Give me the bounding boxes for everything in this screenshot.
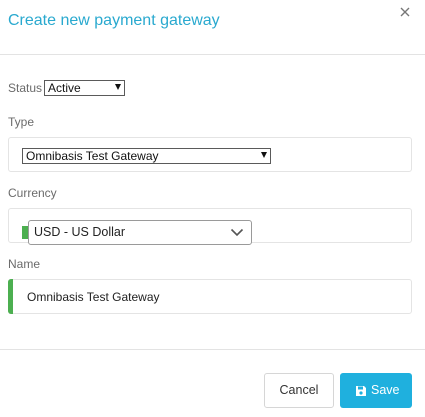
type-value: Omnibasis Test Gateway xyxy=(26,149,159,163)
currency-value: USD - US Dollar xyxy=(34,225,125,239)
dialog-title: Create new payment gateway xyxy=(8,12,220,29)
status-select[interactable]: Active xyxy=(44,80,125,96)
dropdown-arrow-icon xyxy=(261,152,267,158)
dropdown-arrow-icon xyxy=(115,84,121,90)
close-icon[interactable] xyxy=(397,4,413,20)
footer-divider xyxy=(0,349,425,350)
valid-indicator xyxy=(8,279,13,314)
save-button[interactable]: Save xyxy=(340,373,412,408)
save-label: Save xyxy=(371,383,400,397)
name-value: Omnibasis Test Gateway xyxy=(27,290,160,304)
status-value: Active xyxy=(48,81,81,95)
cancel-button[interactable]: Cancel xyxy=(264,373,334,408)
name-label: Name xyxy=(8,257,41,271)
type-select[interactable]: Omnibasis Test Gateway xyxy=(22,148,271,164)
status-label: Status xyxy=(8,81,43,95)
chevron-down-icon xyxy=(230,228,244,237)
dialog-header: Create new payment gateway xyxy=(0,0,425,55)
currency-select[interactable]: USD - US Dollar xyxy=(28,220,252,245)
floppy-disk-icon xyxy=(356,386,366,396)
payment-gateway-dialog: Create new payment gateway Status Active… xyxy=(0,0,425,417)
type-label: Type xyxy=(8,115,35,129)
currency-label: Currency xyxy=(8,186,57,200)
